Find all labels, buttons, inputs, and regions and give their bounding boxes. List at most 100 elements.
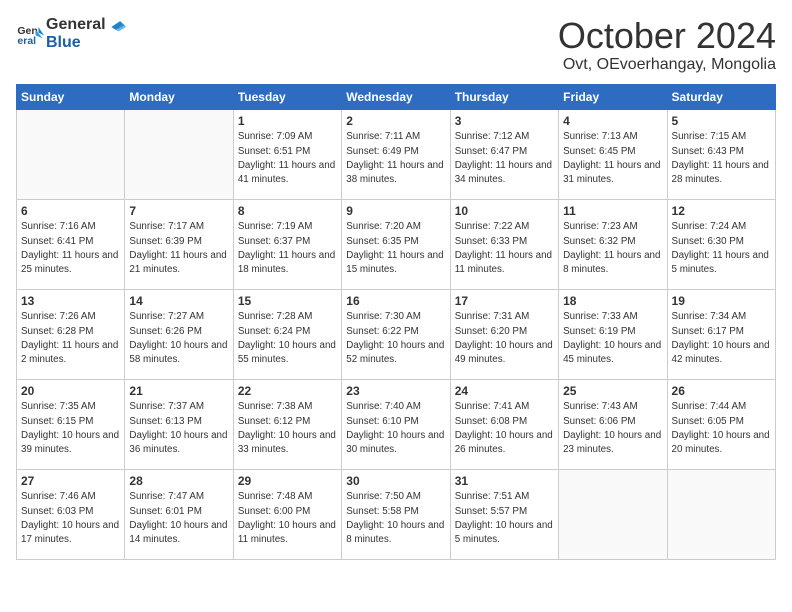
calendar-cell: 24Sunrise: 7:41 AMSunset: 6:08 PMDayligh… bbox=[450, 379, 558, 469]
day-number: 15 bbox=[238, 293, 337, 310]
header-day-friday: Friday bbox=[559, 84, 667, 109]
logo-text-general: General bbox=[46, 16, 106, 33]
day-info: Sunrise: 7:23 AMSunset: 6:32 PMDaylight:… bbox=[563, 220, 662, 277]
day-number: 30 bbox=[346, 473, 445, 490]
day-info: Sunrise: 7:47 AMSunset: 6:01 PMDaylight:… bbox=[129, 490, 228, 547]
day-number: 21 bbox=[129, 383, 228, 400]
calendar-week-1: 1Sunrise: 7:09 AMSunset: 6:51 PMDaylight… bbox=[17, 109, 776, 199]
calendar-cell: 27Sunrise: 7:46 AMSunset: 6:03 PMDayligh… bbox=[17, 469, 125, 559]
calendar-cell: 5Sunrise: 7:15 AMSunset: 6:43 PMDaylight… bbox=[667, 109, 775, 199]
day-number: 22 bbox=[238, 383, 337, 400]
day-info: Sunrise: 7:09 AMSunset: 6:51 PMDaylight:… bbox=[238, 130, 337, 187]
header-day-sunday: Sunday bbox=[17, 84, 125, 109]
header-day-thursday: Thursday bbox=[450, 84, 558, 109]
header-day-tuesday: Tuesday bbox=[233, 84, 341, 109]
calendar-cell: 9Sunrise: 7:20 AMSunset: 6:35 PMDaylight… bbox=[342, 199, 450, 289]
calendar-cell: 11Sunrise: 7:23 AMSunset: 6:32 PMDayligh… bbox=[559, 199, 667, 289]
day-info: Sunrise: 7:27 AMSunset: 6:26 PMDaylight:… bbox=[129, 310, 228, 367]
day-info: Sunrise: 7:13 AMSunset: 6:45 PMDaylight:… bbox=[563, 130, 662, 187]
day-number: 6 bbox=[21, 203, 120, 220]
day-info: Sunrise: 7:46 AMSunset: 6:03 PMDaylight:… bbox=[21, 490, 120, 547]
day-number: 23 bbox=[346, 383, 445, 400]
day-number: 3 bbox=[455, 113, 554, 130]
calendar-cell: 10Sunrise: 7:22 AMSunset: 6:33 PMDayligh… bbox=[450, 199, 558, 289]
calendar-week-2: 6Sunrise: 7:16 AMSunset: 6:41 PMDaylight… bbox=[17, 199, 776, 289]
day-number: 1 bbox=[238, 113, 337, 130]
logo-text-blue: Blue bbox=[46, 34, 106, 52]
day-info: Sunrise: 7:28 AMSunset: 6:24 PMDaylight:… bbox=[238, 310, 337, 367]
day-info: Sunrise: 7:24 AMSunset: 6:30 PMDaylight:… bbox=[672, 220, 771, 277]
day-info: Sunrise: 7:20 AMSunset: 6:35 PMDaylight:… bbox=[346, 220, 445, 277]
calendar-cell: 16Sunrise: 7:30 AMSunset: 6:22 PMDayligh… bbox=[342, 289, 450, 379]
day-info: Sunrise: 7:37 AMSunset: 6:13 PMDaylight:… bbox=[129, 400, 228, 457]
calendar-cell: 19Sunrise: 7:34 AMSunset: 6:17 PMDayligh… bbox=[667, 289, 775, 379]
day-info: Sunrise: 7:38 AMSunset: 6:12 PMDaylight:… bbox=[238, 400, 337, 457]
month-title: October 2024 bbox=[558, 16, 776, 56]
header-day-saturday: Saturday bbox=[667, 84, 775, 109]
day-info: Sunrise: 7:50 AMSunset: 5:58 PMDaylight:… bbox=[346, 490, 445, 547]
day-info: Sunrise: 7:16 AMSunset: 6:41 PMDaylight:… bbox=[21, 220, 120, 277]
calendar-cell: 29Sunrise: 7:48 AMSunset: 6:00 PMDayligh… bbox=[233, 469, 341, 559]
logo-icon: Gen eral bbox=[16, 20, 44, 48]
day-info: Sunrise: 7:19 AMSunset: 6:37 PMDaylight:… bbox=[238, 220, 337, 277]
calendar-cell: 22Sunrise: 7:38 AMSunset: 6:12 PMDayligh… bbox=[233, 379, 341, 469]
calendar-week-3: 13Sunrise: 7:26 AMSunset: 6:28 PMDayligh… bbox=[17, 289, 776, 379]
day-info: Sunrise: 7:48 AMSunset: 6:00 PMDaylight:… bbox=[238, 490, 337, 547]
day-info: Sunrise: 7:43 AMSunset: 6:06 PMDaylight:… bbox=[563, 400, 662, 457]
calendar-cell: 4Sunrise: 7:13 AMSunset: 6:45 PMDaylight… bbox=[559, 109, 667, 199]
day-number: 4 bbox=[563, 113, 662, 130]
day-info: Sunrise: 7:34 AMSunset: 6:17 PMDaylight:… bbox=[672, 310, 771, 367]
calendar-week-4: 20Sunrise: 7:35 AMSunset: 6:15 PMDayligh… bbox=[17, 379, 776, 469]
calendar-cell: 1Sunrise: 7:09 AMSunset: 6:51 PMDaylight… bbox=[233, 109, 341, 199]
day-number: 24 bbox=[455, 383, 554, 400]
day-info: Sunrise: 7:41 AMSunset: 6:08 PMDaylight:… bbox=[455, 400, 554, 457]
calendar-cell: 15Sunrise: 7:28 AMSunset: 6:24 PMDayligh… bbox=[233, 289, 341, 379]
day-info: Sunrise: 7:33 AMSunset: 6:19 PMDaylight:… bbox=[563, 310, 662, 367]
day-number: 25 bbox=[563, 383, 662, 400]
day-number: 16 bbox=[346, 293, 445, 310]
day-info: Sunrise: 7:22 AMSunset: 6:33 PMDaylight:… bbox=[455, 220, 554, 277]
logo: Gen eral General Blue bbox=[16, 16, 126, 51]
page-header: Gen eral General Blue October 2024 Ovt, … bbox=[16, 16, 776, 74]
calendar-cell: 21Sunrise: 7:37 AMSunset: 6:13 PMDayligh… bbox=[125, 379, 233, 469]
calendar-cell: 8Sunrise: 7:19 AMSunset: 6:37 PMDaylight… bbox=[233, 199, 341, 289]
day-number: 13 bbox=[21, 293, 120, 310]
day-number: 17 bbox=[455, 293, 554, 310]
calendar-cell: 13Sunrise: 7:26 AMSunset: 6:28 PMDayligh… bbox=[17, 289, 125, 379]
calendar-cell bbox=[667, 469, 775, 559]
calendar-cell: 18Sunrise: 7:33 AMSunset: 6:19 PMDayligh… bbox=[559, 289, 667, 379]
calendar-cell: 26Sunrise: 7:44 AMSunset: 6:05 PMDayligh… bbox=[667, 379, 775, 469]
calendar-cell: 25Sunrise: 7:43 AMSunset: 6:06 PMDayligh… bbox=[559, 379, 667, 469]
day-number: 31 bbox=[455, 473, 554, 490]
calendar-header-row: SundayMondayTuesdayWednesdayThursdayFrid… bbox=[17, 84, 776, 109]
day-number: 14 bbox=[129, 293, 228, 310]
day-info: Sunrise: 7:15 AMSunset: 6:43 PMDaylight:… bbox=[672, 130, 771, 187]
calendar-cell: 14Sunrise: 7:27 AMSunset: 6:26 PMDayligh… bbox=[125, 289, 233, 379]
calendar-week-5: 27Sunrise: 7:46 AMSunset: 6:03 PMDayligh… bbox=[17, 469, 776, 559]
calendar-cell bbox=[17, 109, 125, 199]
day-info: Sunrise: 7:44 AMSunset: 6:05 PMDaylight:… bbox=[672, 400, 771, 457]
calendar-cell: 17Sunrise: 7:31 AMSunset: 6:20 PMDayligh… bbox=[450, 289, 558, 379]
calendar-cell: 6Sunrise: 7:16 AMSunset: 6:41 PMDaylight… bbox=[17, 199, 125, 289]
svg-text:eral: eral bbox=[17, 34, 36, 46]
calendar-cell: 2Sunrise: 7:11 AMSunset: 6:49 PMDaylight… bbox=[342, 109, 450, 199]
title-block: October 2024 Ovt, OEvoerhangay, Mongolia bbox=[558, 16, 776, 74]
day-info: Sunrise: 7:12 AMSunset: 6:47 PMDaylight:… bbox=[455, 130, 554, 187]
calendar-cell: 23Sunrise: 7:40 AMSunset: 6:10 PMDayligh… bbox=[342, 379, 450, 469]
header-day-wednesday: Wednesday bbox=[342, 84, 450, 109]
calendar-cell: 7Sunrise: 7:17 AMSunset: 6:39 PMDaylight… bbox=[125, 199, 233, 289]
day-number: 18 bbox=[563, 293, 662, 310]
calendar-body: 1Sunrise: 7:09 AMSunset: 6:51 PMDaylight… bbox=[17, 109, 776, 559]
calendar-cell: 28Sunrise: 7:47 AMSunset: 6:01 PMDayligh… bbox=[125, 469, 233, 559]
day-number: 29 bbox=[238, 473, 337, 490]
day-info: Sunrise: 7:31 AMSunset: 6:20 PMDaylight:… bbox=[455, 310, 554, 367]
day-number: 11 bbox=[563, 203, 662, 220]
day-info: Sunrise: 7:17 AMSunset: 6:39 PMDaylight:… bbox=[129, 220, 228, 277]
day-info: Sunrise: 7:35 AMSunset: 6:15 PMDaylight:… bbox=[21, 400, 120, 457]
day-info: Sunrise: 7:40 AMSunset: 6:10 PMDaylight:… bbox=[346, 400, 445, 457]
day-number: 28 bbox=[129, 473, 228, 490]
calendar-cell: 12Sunrise: 7:24 AMSunset: 6:30 PMDayligh… bbox=[667, 199, 775, 289]
day-info: Sunrise: 7:26 AMSunset: 6:28 PMDaylight:… bbox=[21, 310, 120, 367]
day-number: 19 bbox=[672, 293, 771, 310]
logo-bird-icon bbox=[104, 16, 126, 38]
